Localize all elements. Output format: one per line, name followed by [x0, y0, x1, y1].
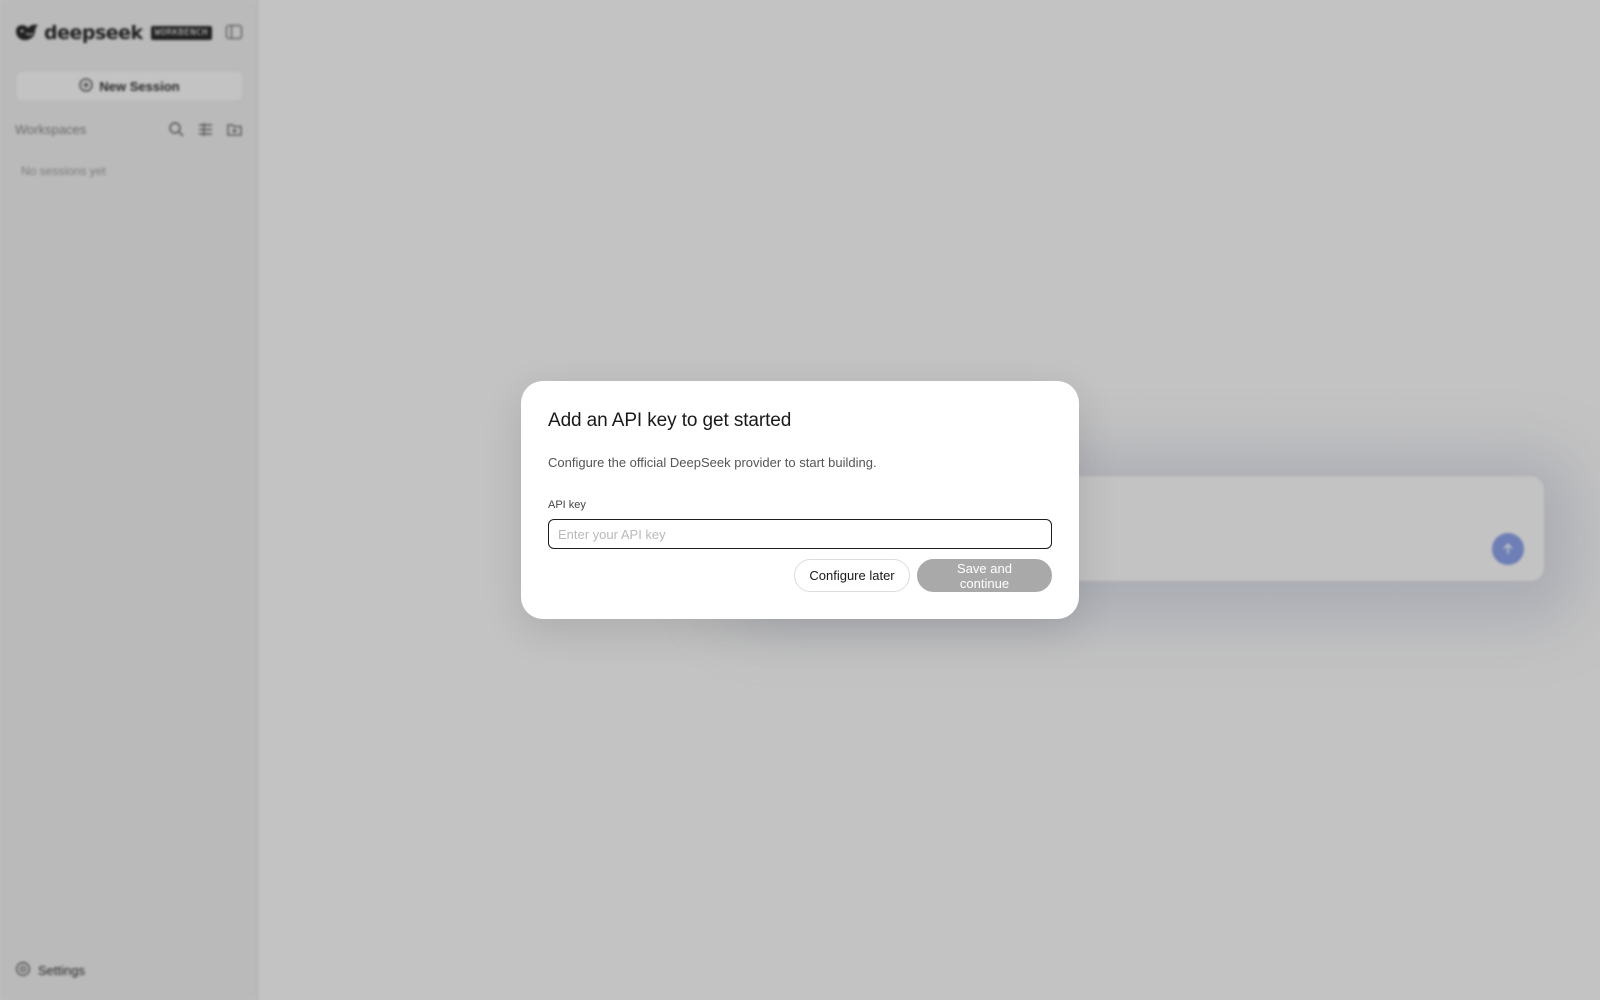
save-and-continue-button[interactable]: Save and continue: [917, 559, 1052, 592]
dialog-description: Configure the official DeepSeek provider…: [548, 455, 877, 470]
dialog-title: Add an API key to get started: [548, 410, 792, 431]
app-window: deepseek WORKBENCH New Session Workspace…: [0, 0, 1600, 1000]
dialog-actions: Configure later Save and continue: [794, 559, 1052, 592]
api-key-dialog: Add an API key to get started Configure …: [521, 381, 1079, 619]
api-key-label: API key: [548, 499, 586, 511]
configure-later-button[interactable]: Configure later: [794, 559, 910, 592]
api-key-input[interactable]: [548, 519, 1052, 549]
